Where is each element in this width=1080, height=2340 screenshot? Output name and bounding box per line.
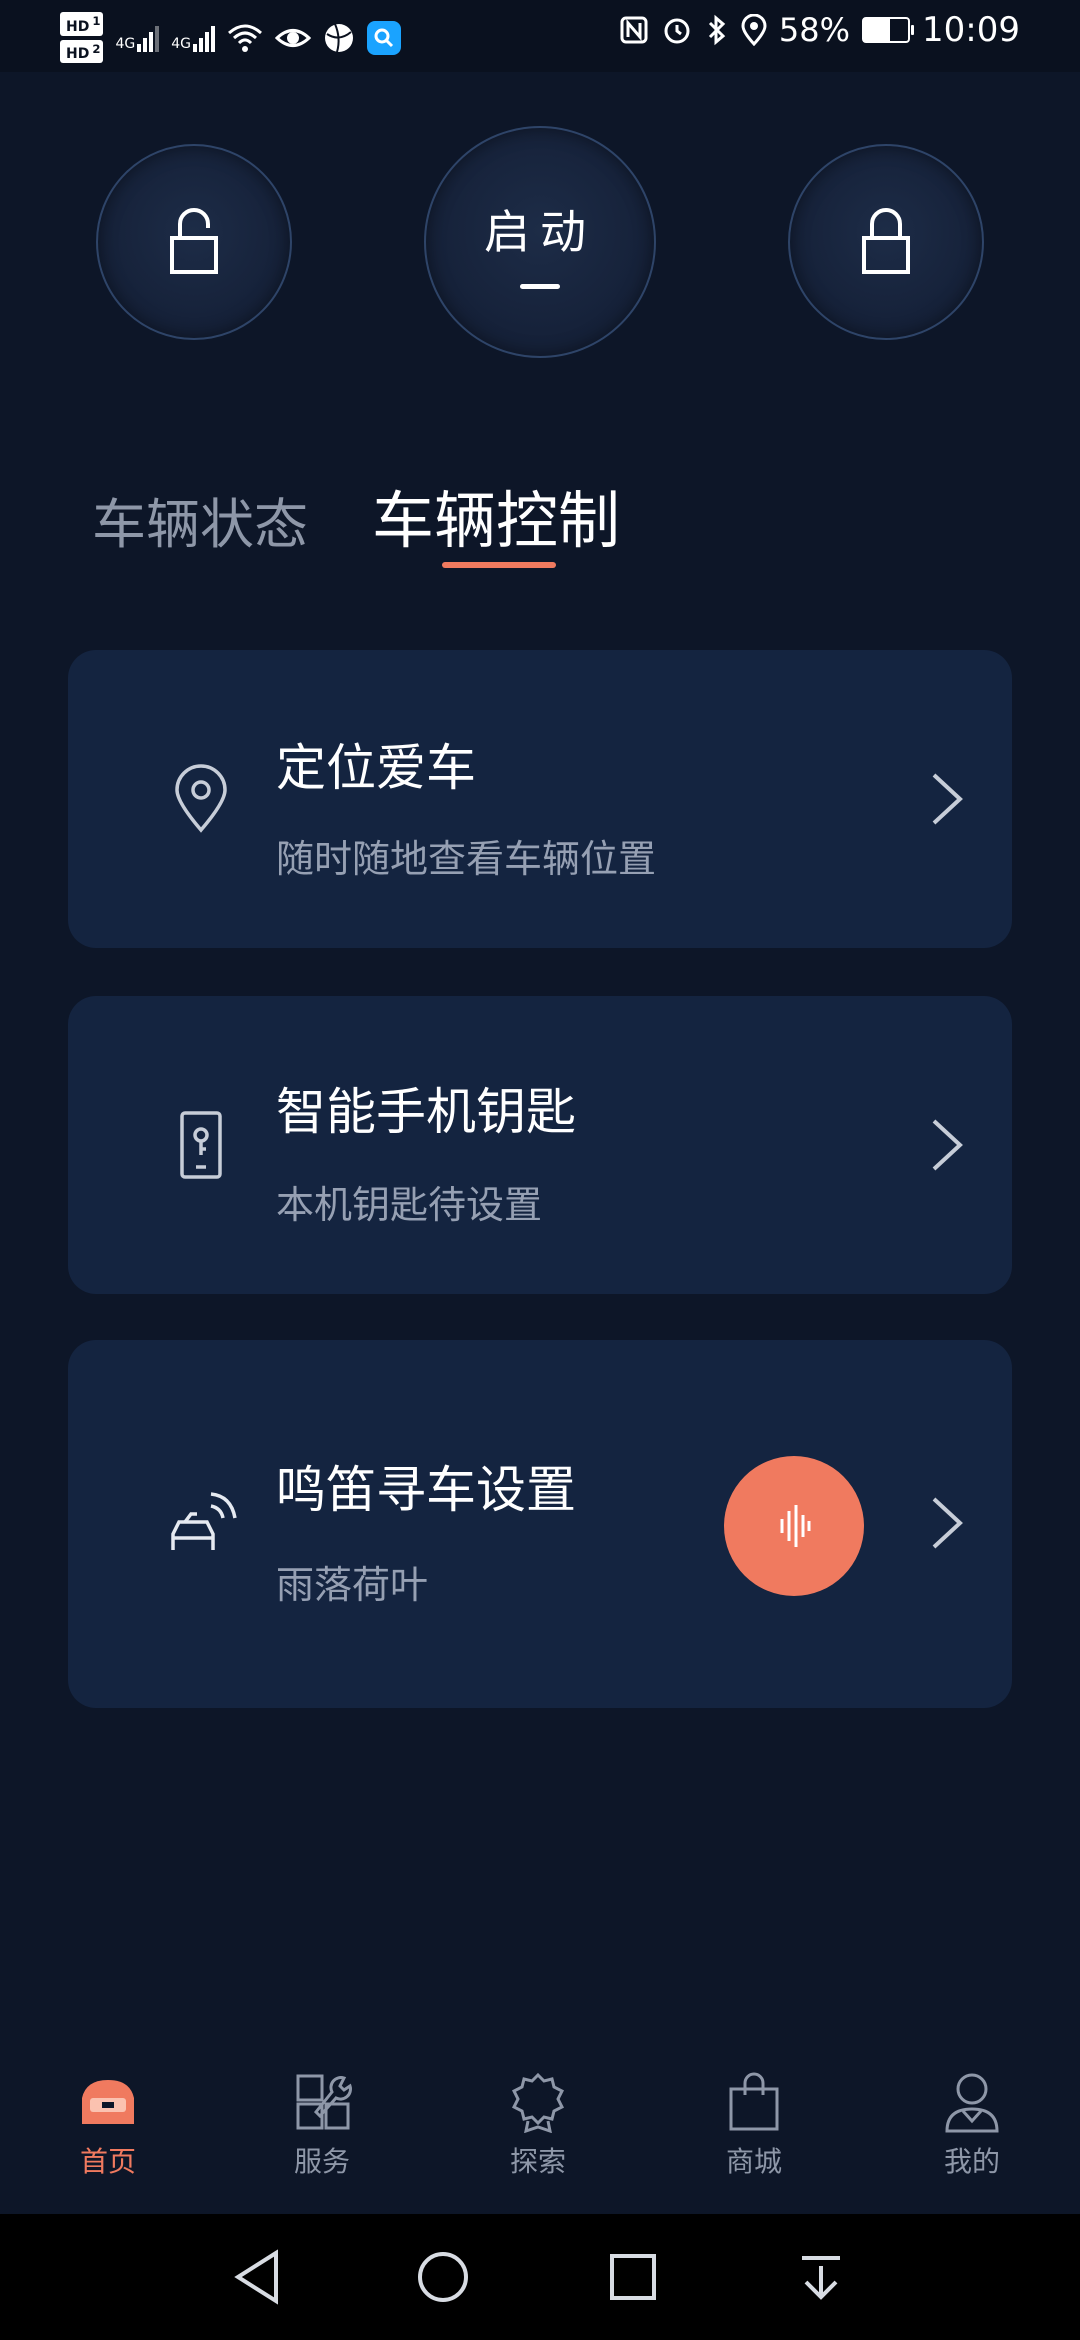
nav-explore[interactable]: 探索 — [468, 2070, 608, 2180]
search-app-icon — [367, 20, 401, 55]
phone-key-card[interactable]: 智能手机钥匙 本机钥匙待设置 — [68, 996, 1012, 1294]
phone-key-icon — [156, 1100, 246, 1190]
nav-mall[interactable]: 商城 — [684, 2070, 824, 2180]
wifi-icon — [228, 24, 262, 52]
tab-vehicle-control[interactable]: 车辆控制 — [372, 470, 620, 560]
status-bar-left: HD 1 HD 2 4G 4G — [60, 10, 401, 65]
battery-percent: 58% — [778, 11, 851, 49]
nav-home[interactable]: 首页 — [38, 2070, 178, 2180]
chevron-right-icon — [922, 1488, 972, 1558]
home-button[interactable] — [408, 2242, 478, 2312]
unlock-icon — [170, 208, 218, 274]
home-car-icon — [76, 2070, 140, 2134]
play-horn-button[interactable] — [724, 1456, 864, 1596]
nav-label: 探索 — [509, 2145, 566, 2178]
wrench-icon — [290, 2070, 354, 2134]
nav-label: 服务 — [293, 2145, 350, 2178]
ball-icon — [325, 23, 353, 52]
chevron-right-icon — [922, 1110, 972, 1180]
card-title: 定位爱车 — [276, 739, 476, 797]
recents-button[interactable] — [598, 2242, 668, 2312]
shopping-bag-icon — [722, 2070, 786, 2134]
hd-indicator: HD 1 HD 2 — [60, 10, 104, 65]
locate-car-card[interactable]: 定位爱车 随时随地查看车辆位置 — [68, 650, 1012, 948]
location-pin-icon — [156, 754, 246, 844]
eye-icon — [275, 28, 311, 47]
back-button[interactable] — [222, 2242, 292, 2312]
car-signal-icon — [156, 1478, 246, 1568]
lock-button[interactable] — [788, 144, 984, 340]
clock: 10:09 — [922, 10, 1020, 50]
start-dash — [520, 283, 560, 289]
bluetooth-icon — [708, 14, 726, 46]
alarm-icon — [664, 18, 690, 44]
start-label: 启动 — [484, 204, 596, 259]
system-nav-bar — [0, 2214, 1080, 2340]
nav-service[interactable]: 服务 — [252, 2070, 392, 2180]
card-subtitle: 本机钥匙待设置 — [276, 1183, 543, 1227]
card-subtitle: 雨落荷叶 — [276, 1563, 429, 1607]
nfc-icon — [620, 16, 648, 44]
card-title: 智能手机钥匙 — [276, 1083, 576, 1141]
start-engine-button[interactable]: 启动 — [424, 126, 656, 358]
pull-down-icon — [802, 2256, 840, 2300]
active-tab-indicator — [442, 562, 556, 568]
tab-vehicle-status[interactable]: 车辆状态 — [92, 480, 308, 559]
bottom-nav: 首页 服务 探索 商城 我的 — [0, 2060, 1080, 2212]
signal-1-icon: 4G — [115, 24, 160, 52]
status-bar-right: 58% 10:09 — [619, 10, 1020, 50]
back-icon — [234, 2249, 278, 2305]
nav-label: 商城 — [725, 2145, 782, 2178]
home-circle-icon — [418, 2252, 468, 2302]
nav-label: 我的 — [943, 2145, 1000, 2178]
badge-icon — [506, 2070, 570, 2134]
nav-me[interactable]: 我的 — [902, 2070, 1042, 2180]
signal-2-icon: 4G — [171, 24, 215, 52]
battery-icon — [862, 17, 915, 43]
nav-label: 首页 — [79, 2145, 136, 2178]
status-bar: HD 1 HD 2 4G 4G 58% 10:09 — [0, 0, 1080, 72]
unlock-button[interactable] — [96, 144, 292, 340]
card-subtitle: 随时随地查看车辆位置 — [276, 837, 657, 881]
lock-icon — [862, 208, 910, 274]
card-title: 鸣笛寻车设置 — [276, 1461, 576, 1519]
location-icon — [741, 14, 767, 46]
sound-wave-icon — [780, 1505, 811, 1547]
person-icon — [940, 2070, 1004, 2134]
horn-find-car-card[interactable]: 鸣笛寻车设置 雨落荷叶 — [68, 1340, 1012, 1708]
notification-pull-button[interactable] — [786, 2242, 856, 2312]
chevron-right-icon — [922, 764, 972, 834]
square-icon — [610, 2254, 656, 2300]
